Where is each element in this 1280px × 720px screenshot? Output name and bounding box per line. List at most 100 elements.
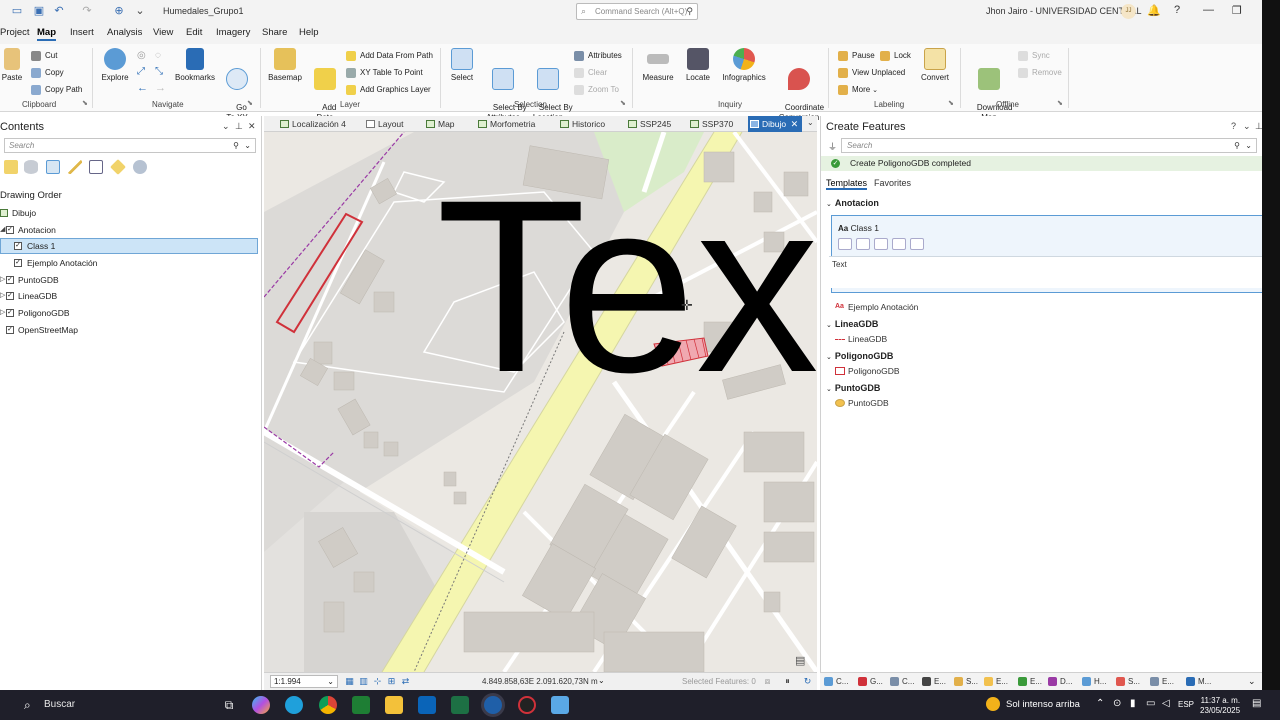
template-class1[interactable]: Aa Class 1 Text [829, 215, 1263, 293]
expand-icon[interactable]: ▷ [0, 288, 5, 304]
pane-tab[interactable]: D... [1048, 677, 1072, 686]
filter-icon[interactable]: ⏚ [828, 140, 837, 153]
save-icon[interactable]: ▣ [32, 5, 46, 18]
expand-icon[interactable]: ▷ [0, 272, 5, 288]
template-lineagdb[interactable]: LineaGDB [835, 334, 887, 344]
customize-chevron-icon[interactable]: ⌄ [133, 5, 147, 18]
layer-row-anotacion[interactable]: ◢ ✓ Anotacion [0, 222, 258, 238]
pane-tab[interactable]: E... [1150, 677, 1174, 686]
map-thumbnail-icon[interactable]: ▤ [795, 654, 805, 667]
open-project-icon[interactable]: ▭ [10, 5, 24, 18]
add-graphics-layer-button[interactable]: Add Graphics Layer [346, 83, 431, 96]
store-icon[interactable] [352, 696, 370, 714]
sync-button[interactable]: Sync [1018, 49, 1050, 62]
list-by-source-icon[interactable] [24, 160, 38, 174]
template-puntogdb[interactable]: PuntoGDB [835, 398, 889, 408]
microphone-icon[interactable]: ▮ [1130, 698, 1136, 709]
menu-insert[interactable]: Insert [70, 27, 94, 38]
obs-icon[interactable] [518, 696, 536, 714]
pane-tab[interactable]: C... [824, 677, 848, 686]
map-view[interactable]: Tex ✛ ▤ [264, 132, 817, 672]
list-by-editing-icon[interactable] [68, 160, 82, 174]
task-view-icon[interactable]: ⧉ [220, 696, 238, 714]
visibility-checkbox[interactable]: ✓ [6, 292, 14, 300]
add-data-from-path-button[interactable]: Add Data From Path [346, 49, 433, 62]
basemap-button[interactable]: Basemap [268, 48, 302, 83]
tab-historico[interactable]: Historico [558, 116, 605, 132]
xy-table-to-point-button[interactable]: XY Table To Point [346, 66, 423, 79]
tab-layout[interactable]: Layout [364, 116, 404, 132]
expand-icon[interactable]: ▷ [0, 305, 5, 321]
arcgis-pro-icon[interactable] [484, 696, 502, 714]
remove-button[interactable]: Remove [1018, 66, 1062, 79]
horizontal-annotation-tool-icon[interactable] [838, 238, 852, 250]
clock[interactable]: 11:37 a. m. 23/05/2025 [1200, 696, 1240, 716]
fixed-zoom-icon[interactable]: ◌ [155, 50, 161, 61]
group-anotacion[interactable]: ⌄ Anotacion [826, 198, 879, 208]
contents-search-input[interactable]: Search ⚲ ⌄ [4, 138, 256, 153]
pause-labeling-button[interactable]: Pause [838, 49, 875, 62]
pin-icon[interactable]: ⊥ [235, 121, 243, 132]
pane-tab[interactable]: C... [890, 677, 914, 686]
tab-templates[interactable]: Templates [826, 178, 868, 190]
chevron-down-icon[interactable]: ⌄ [244, 139, 251, 152]
grid-icon[interactable]: ▥ [358, 676, 369, 687]
template-ejemplo-anotacion[interactable]: Aa Ejemplo Anotación [835, 302, 918, 312]
undo-icon[interactable]: ↶ [52, 5, 66, 18]
snapping-icon[interactable]: ⊹ [372, 676, 383, 687]
clear-selection-button[interactable]: Clear [574, 66, 607, 79]
network-icon[interactable]: ▭ [1146, 698, 1155, 709]
view-unplaced-button[interactable]: View Unplaced [838, 66, 905, 79]
next-extent-icon[interactable]: → [155, 82, 166, 94]
pane-tab[interactable]: M... [1186, 677, 1211, 686]
lock-labeling-button[interactable]: Lock [880, 49, 911, 62]
pane-tab[interactable]: E... [922, 677, 946, 686]
previous-extent-icon[interactable]: ← [137, 82, 148, 94]
pane-tab[interactable]: S... [954, 677, 978, 686]
pane-tab[interactable]: G... [858, 677, 883, 686]
file-explorer-icon[interactable] [385, 696, 403, 714]
menu-imagery[interactable]: Imagery [216, 27, 250, 38]
scale-selector[interactable]: 1:1.994 ⌄ [270, 675, 338, 688]
menu-project[interactable]: Project [0, 27, 30, 38]
menu-help[interactable]: Help [299, 27, 319, 38]
layer-row-poligono[interactable]: ▷ ✓ PoligonoGDB [0, 305, 258, 321]
group-lineagdb[interactable]: ⌄ LineaGDB [826, 319, 878, 329]
tab-dibujo[interactable]: Dibujo ✕ [748, 116, 803, 132]
close-tab-icon[interactable]: ✕ [791, 116, 799, 132]
redo-icon[interactable]: ↷ [80, 5, 94, 18]
dialog-launcher-icon[interactable]: ⬊ [82, 99, 88, 107]
select-button[interactable]: Select [450, 48, 474, 83]
outlook-icon[interactable] [418, 696, 436, 714]
tab-ssp370[interactable]: SSP370 [688, 116, 733, 132]
pane-tabs-chevron-icon[interactable]: ⌄ [1248, 676, 1256, 687]
annotation-text-input[interactable]: Text [829, 256, 1263, 288]
measure-button[interactable]: Measure [642, 48, 674, 83]
coordinate-units-chevron-icon[interactable]: ⌄ [598, 676, 605, 685]
minimize-button[interactable]: — [1203, 4, 1214, 16]
menu-map[interactable]: Map [37, 27, 56, 41]
template-poligonogdb[interactable]: PoligonoGDB [835, 366, 900, 376]
excel-icon[interactable] [451, 696, 469, 714]
group-poligonogdb[interactable]: ⌄ PoligonoGDB [826, 351, 893, 361]
layer-row-osm[interactable]: ✓ OpenStreetMap [0, 322, 258, 338]
infographics-button[interactable]: Infographics [720, 48, 768, 83]
dialog-launcher-icon[interactable]: ⬊ [620, 99, 626, 107]
create-features-search-input[interactable]: Search ⚲ ⌄ [841, 138, 1257, 153]
attributes-button[interactable]: Attributes [574, 49, 622, 62]
list-by-selection-icon[interactable] [46, 160, 60, 174]
tab-favorites[interactable]: Favorites [874, 178, 911, 188]
constraints-icon[interactable]: ▦ [344, 676, 355, 687]
notification-icon[interactable]: 🔔 [1147, 4, 1161, 17]
chevron-down-icon[interactable]: ⌄ [1245, 139, 1252, 152]
tray-app-icon[interactable]: ⊙ [1113, 698, 1121, 709]
curved-annotation-tool-icon[interactable] [874, 238, 888, 250]
collapse-icon[interactable]: ◢ [0, 222, 5, 238]
user-name[interactable]: Jhon Jairo - UNIVERSIDAD CENTRAL [986, 6, 1142, 16]
copy-button[interactable]: Copy [31, 66, 64, 79]
refresh-icon[interactable]: ↻ [802, 676, 813, 687]
tab-morfometria[interactable]: Morfometria [476, 116, 535, 132]
edge-icon[interactable] [285, 696, 303, 714]
zoom-in-fixed-icon[interactable]: ⤢ [137, 66, 145, 77]
close-icon[interactable]: ✕ [248, 121, 256, 132]
